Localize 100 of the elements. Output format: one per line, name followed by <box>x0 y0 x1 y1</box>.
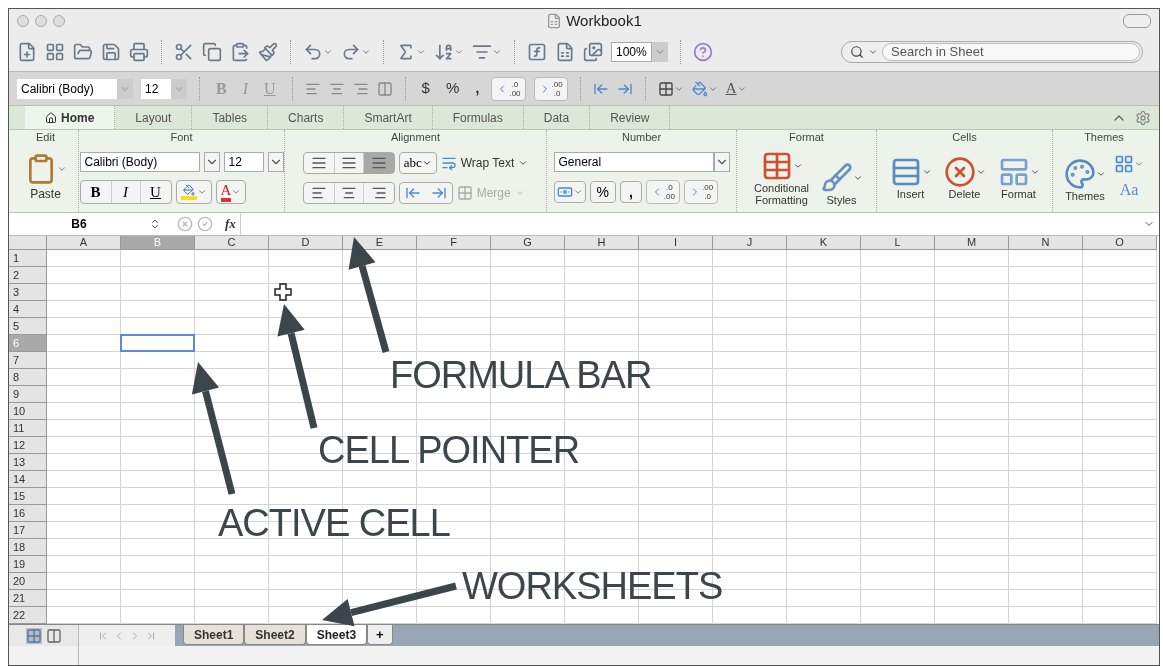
search-icon[interactable] <box>850 45 864 59</box>
help-icon[interactable] <box>692 42 713 62</box>
window-control[interactable] <box>35 15 47 27</box>
row-header[interactable]: 19 <box>9 556 47 573</box>
comma-button[interactable]: , <box>471 77 484 100</box>
conditional-formatting-button[interactable]: Conditional Formatting <box>750 150 813 206</box>
column-header[interactable]: O <box>1083 236 1157 250</box>
row-header[interactable]: 11 <box>9 420 47 437</box>
stepper-icon[interactable] <box>149 218 161 230</box>
row-header[interactable]: 21 <box>9 590 47 607</box>
styles-button[interactable]: Styles <box>820 162 863 206</box>
sheet-tab[interactable]: Sheet3 <box>305 625 368 645</box>
cut-icon[interactable] <box>174 42 194 62</box>
select-all-button[interactable] <box>9 236 47 250</box>
merge-icon[interactable] <box>376 80 393 97</box>
format-painter-icon[interactable] <box>258 42 278 62</box>
themes-button[interactable]: Themes <box>1064 158 1106 202</box>
filter-icon[interactable] <box>472 42 492 62</box>
font-dropdown[interactable] <box>203 152 220 172</box>
caret-icon[interactable] <box>416 47 426 57</box>
row-header[interactable]: 13 <box>9 454 47 471</box>
spreadsheet-icon[interactable] <box>555 42 575 62</box>
row-header[interactable]: 9 <box>9 386 47 403</box>
row-header[interactable]: 5 <box>9 318 47 335</box>
bold-button[interactable]: B <box>80 181 111 203</box>
row-header[interactable]: 15 <box>9 488 47 505</box>
row-header[interactable]: 3 <box>9 284 47 301</box>
column-header[interactable]: M <box>935 236 1009 250</box>
comma-button[interactable]: , <box>619 181 642 203</box>
caret-icon[interactable] <box>572 187 583 197</box>
row-header[interactable]: 20 <box>9 573 47 590</box>
currency-button[interactable]: $ <box>417 77 434 100</box>
confirm-icon[interactable] <box>197 216 213 232</box>
percent-button[interactable]: % <box>589 181 616 203</box>
font-color-button[interactable]: A <box>725 77 737 100</box>
column-header[interactable]: E <box>343 236 417 250</box>
align-bottom-icon[interactable] <box>363 153 394 173</box>
row-header[interactable]: 8 <box>9 369 47 386</box>
row-header[interactable]: 10 <box>9 403 47 420</box>
sheet-tab[interactable]: Sheet1 <box>183 625 245 645</box>
decrease-decimal-button[interactable]: .00 .0 <box>683 180 719 204</box>
print-icon[interactable] <box>129 42 149 62</box>
zoom-field[interactable]: 100% <box>611 42 652 62</box>
align-center-icon[interactable] <box>333 183 364 203</box>
undo-icon[interactable] <box>303 42 323 62</box>
name-box[interactable]: B6 <box>9 215 149 233</box>
caret-icon[interactable] <box>1134 159 1144 169</box>
row-header[interactable]: 18 <box>9 539 47 556</box>
orientation-button[interactable]: abc <box>398 152 437 174</box>
row-header[interactable]: 7 <box>9 352 47 369</box>
size-field[interactable]: 12 <box>223 152 264 172</box>
redo-icon[interactable] <box>341 42 361 62</box>
italic-button[interactable]: I <box>110 181 141 203</box>
row-header[interactable]: 12 <box>9 437 47 454</box>
row-header[interactable]: 22 <box>9 607 47 624</box>
percent-button[interactable]: % <box>441 77 464 100</box>
align-middle-icon[interactable] <box>333 153 364 173</box>
column-header[interactable]: F <box>417 236 491 250</box>
caret-icon[interactable] <box>323 47 333 57</box>
column-header[interactable]: G <box>491 236 565 250</box>
page-layout-view-icon[interactable] <box>45 627 62 644</box>
save-icon[interactable] <box>101 42 121 62</box>
first-sheet-icon[interactable] <box>97 629 109 642</box>
row-header[interactable]: 4 <box>9 301 47 318</box>
paste-button[interactable]: Paste <box>30 185 61 203</box>
normal-view-icon[interactable] <box>25 627 42 644</box>
caret-icon[interactable] <box>492 47 502 57</box>
row-header[interactable]: 1 <box>9 250 47 267</box>
increase-decimal-button[interactable]: .0 .00 <box>491 76 526 101</box>
toolbar-button[interactable] <box>1123 14 1151 28</box>
decrease-decimal-button[interactable]: .00 .0 <box>533 76 568 101</box>
window-control[interactable] <box>53 15 65 27</box>
highlight-icon[interactable] <box>180 184 197 200</box>
column-header[interactable]: C <box>195 236 269 250</box>
function-icon[interactable] <box>527 42 547 62</box>
row-header[interactable]: 16 <box>9 505 47 522</box>
caret-icon[interactable] <box>868 47 878 57</box>
column-header[interactable]: J <box>713 236 787 250</box>
fill-color-icon[interactable] <box>691 80 708 97</box>
gallery-icon[interactable] <box>45 42 65 62</box>
row-header[interactable]: 14 <box>9 471 47 488</box>
sheet-tab[interactable]: Sheet2 <box>244 625 306 645</box>
active-cell[interactable] <box>120 334 195 352</box>
column-header[interactable]: I <box>639 236 713 250</box>
column-header[interactable]: A <box>47 236 121 250</box>
media-icon[interactable] <box>583 42 603 62</box>
cancel-icon[interactable] <box>177 216 193 232</box>
sort-icon[interactable] <box>434 42 454 62</box>
window-control[interactable] <box>17 15 29 27</box>
function-button[interactable]: fx <box>225 214 236 234</box>
font-field[interactable]: Calibri (Body) <box>79 152 200 172</box>
row-header[interactable]: 17 <box>9 522 47 539</box>
settings-icon[interactable] <box>1135 109 1151 126</box>
underline-button[interactable]: U <box>140 181 171 203</box>
column-header[interactable]: H <box>565 236 639 250</box>
column-header[interactable]: D <box>269 236 343 250</box>
size-dropdown[interactable] <box>267 152 284 172</box>
borders-icon[interactable] <box>657 80 674 97</box>
caret-icon[interactable] <box>56 164 67 174</box>
paste-icon[interactable] <box>230 42 250 62</box>
